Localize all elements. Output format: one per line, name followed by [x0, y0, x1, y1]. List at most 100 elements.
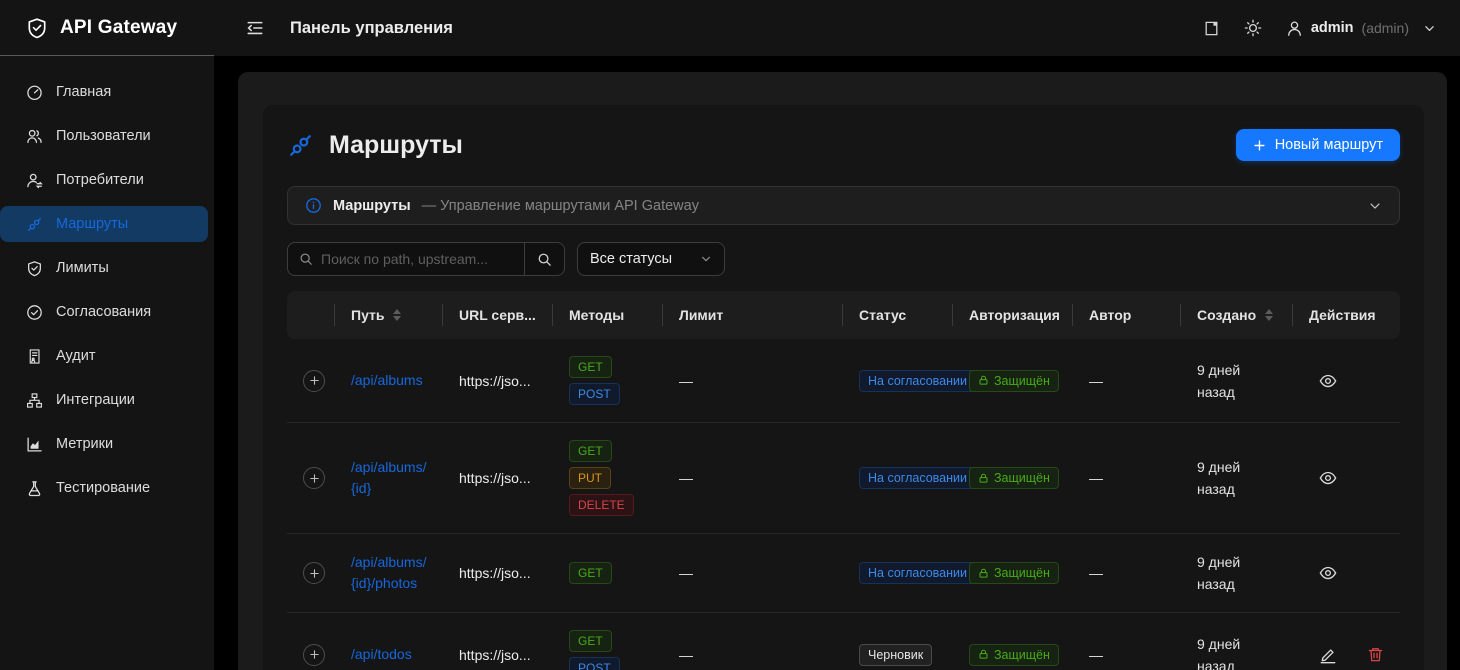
metrics-icon [26, 436, 43, 453]
view-button[interactable] [1319, 469, 1337, 487]
route-path-link[interactable]: /​api/​albums/​{id}/​photos [351, 552, 427, 594]
column-expand [287, 291, 335, 339]
column-created[interactable]: Создано [1181, 291, 1293, 339]
author-value: — [1089, 373, 1103, 389]
edit-button[interactable] [1319, 646, 1337, 664]
expand-row-button[interactable] [303, 467, 325, 489]
method-badge: DELETE [569, 494, 634, 516]
title-row: Маршруты Новый маршрут [287, 129, 1400, 161]
view-button[interactable] [1319, 372, 1337, 390]
routes-table: Путь URL серв... Методы Лимит Статус Авт… [287, 291, 1400, 670]
user-name: admin [1311, 20, 1354, 36]
created-value: 9 дней назад [1197, 359, 1277, 403]
upstream-url: https://jso... [459, 470, 531, 486]
sidebar-item-label: Лимиты [56, 260, 109, 276]
users-icon [26, 128, 43, 145]
sidebar-item-users[interactable]: Пользователи [0, 118, 208, 154]
theme-toggle-sun-icon[interactable] [1244, 19, 1262, 37]
sidebar-item-label: Главная [56, 84, 111, 100]
banner-title: Маршруты [333, 198, 411, 214]
edit-icon [1319, 646, 1337, 664]
eye-icon [1319, 564, 1337, 582]
sidebar-item-metrics[interactable]: Метрики [0, 426, 208, 462]
route-path-link[interactable]: /​api/​todos [351, 644, 412, 665]
sidebar-item-consumers[interactable]: Потребители [0, 162, 208, 198]
header-main: Панель управления admin [214, 0, 1460, 56]
sidebar-item-label: Маршруты [56, 216, 128, 232]
method-badge: POST [569, 657, 620, 670]
table-row: /​api/​albums/​{id} https://jso... GET P… [287, 423, 1400, 534]
lock-icon [978, 375, 989, 386]
user-menu[interactable]: admin (admin) [1286, 20, 1436, 37]
api-route-icon [287, 132, 314, 159]
filters-row: Все статусы [287, 242, 1400, 276]
limit-value: — [679, 470, 693, 486]
info-icon [305, 197, 322, 214]
lock-icon [978, 473, 989, 484]
status-badge: Черновик [859, 644, 932, 666]
author-value: — [1089, 565, 1103, 581]
expand-row-button[interactable] [303, 644, 325, 666]
route-path-link[interactable]: /​api/​albums [351, 370, 423, 391]
method-badge: GET [569, 356, 612, 378]
sidebar-item-limits[interactable]: Лимиты [0, 250, 208, 286]
column-path[interactable]: Путь [335, 291, 443, 339]
user-role: (admin) [1362, 20, 1409, 36]
sidebar-item-routes[interactable]: Маршруты [0, 206, 208, 242]
status-badge: На согласовании [859, 562, 976, 584]
view-button[interactable] [1319, 564, 1337, 582]
status-badge: На согласовании [859, 467, 976, 489]
chevron-down-icon[interactable] [1368, 199, 1382, 213]
sidebar-item-approvals[interactable]: Согласования [0, 294, 208, 330]
check-circle-icon [26, 304, 43, 321]
status-badge: На согласовании [859, 370, 976, 392]
sidebar-item-audit[interactable]: Аудит [0, 338, 208, 374]
new-route-button[interactable]: Новый маршрут [1236, 129, 1400, 161]
plus-icon [1253, 139, 1266, 152]
sidebar-item-testing[interactable]: Тестирование [0, 470, 208, 506]
search-input[interactable] [321, 251, 524, 267]
column-upstream: URL серв... [443, 291, 553, 339]
new-route-button-label: Новый маршрут [1275, 137, 1383, 153]
sidebar-item-integrations[interactable]: Интеграции [0, 382, 208, 418]
method-badge: PUT [569, 467, 611, 489]
sidebar-item-home[interactable]: Главная [0, 74, 208, 110]
column-methods: Методы [553, 291, 663, 339]
sidebar-item-label: Метрики [56, 436, 113, 452]
eye-icon [1319, 469, 1337, 487]
expand-row-button[interactable] [303, 370, 325, 392]
brand-title: API Gateway [60, 17, 177, 39]
sort-icon [393, 309, 401, 321]
created-value: 9 дней назад [1197, 551, 1277, 595]
app-header: API Gateway Панель управления [0, 0, 1460, 56]
info-banner[interactable]: Маршруты — Управление маршрутами API Gat… [287, 186, 1400, 225]
chevron-down-icon [700, 253, 712, 265]
auth-badge: Защищён [969, 370, 1059, 392]
sidebar-item-label: Согласования [56, 304, 151, 320]
limit-value: — [679, 647, 693, 663]
search-button[interactable] [524, 243, 564, 275]
routes-card: Маршруты Новый маршрут [263, 105, 1424, 670]
page-title: Маршруты [329, 131, 463, 160]
banner-description: — Управление маршрутами API Gateway [422, 198, 699, 214]
menu-fold-icon[interactable] [246, 19, 264, 37]
user-icon [1286, 20, 1303, 37]
status-filter-select[interactable]: Все статусы [577, 242, 725, 276]
expand-row-button[interactable] [303, 562, 325, 584]
sidebar-item-label: Потребители [56, 172, 144, 188]
header-page-title: Панель управления [290, 19, 453, 38]
status-filter-value: Все статусы [590, 251, 672, 267]
eye-icon [1319, 372, 1337, 390]
created-value: 9 дней назад [1197, 633, 1277, 670]
table-row: /​api/​albums https://jso... GET POST — … [287, 339, 1400, 423]
column-auth: Авторизация [953, 291, 1073, 339]
auth-badge: Защищён [969, 644, 1059, 666]
search-box [287, 242, 565, 276]
created-value: 9 дней назад [1197, 456, 1277, 500]
delete-button[interactable] [1367, 646, 1384, 663]
column-status: Статус [843, 291, 953, 339]
docs-icon[interactable] [1203, 20, 1220, 37]
upstream-url: https://jso... [459, 565, 531, 581]
shield-check-icon [26, 260, 43, 277]
route-path-link[interactable]: /​api/​albums/​{id} [351, 457, 427, 499]
